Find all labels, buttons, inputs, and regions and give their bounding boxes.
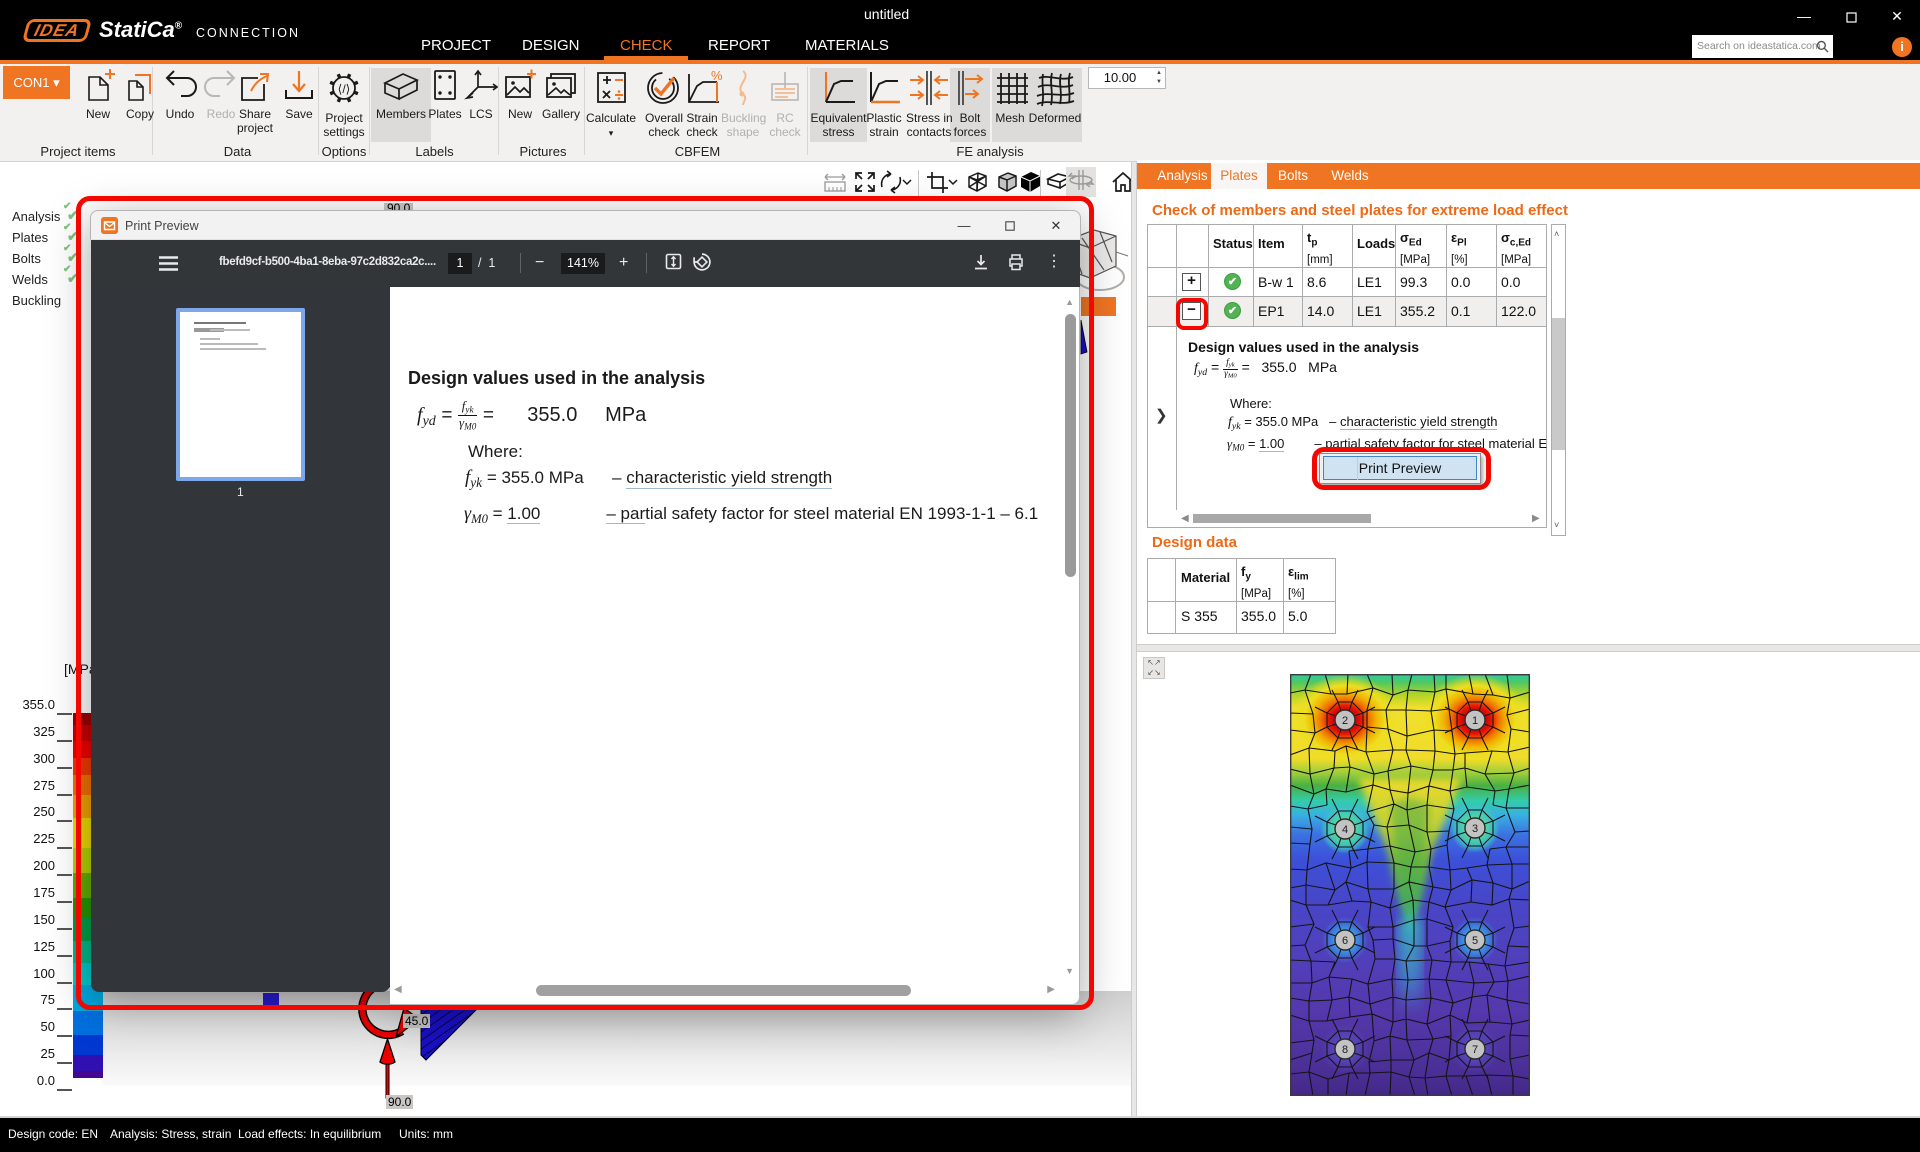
svg-text:4: 4 (1342, 824, 1348, 836)
svg-text:1: 1 (1472, 715, 1478, 727)
svg-text:8: 8 (1342, 1044, 1348, 1056)
svg-text:6: 6 (1342, 935, 1348, 947)
svg-text:7: 7 (1472, 1044, 1478, 1056)
svg-text:3: 3 (1472, 823, 1478, 835)
svg-text:5: 5 (1472, 935, 1478, 947)
svg-text:2: 2 (1342, 715, 1348, 727)
svg-text:⟨/⟩: ⟨/⟩ (338, 82, 351, 96)
